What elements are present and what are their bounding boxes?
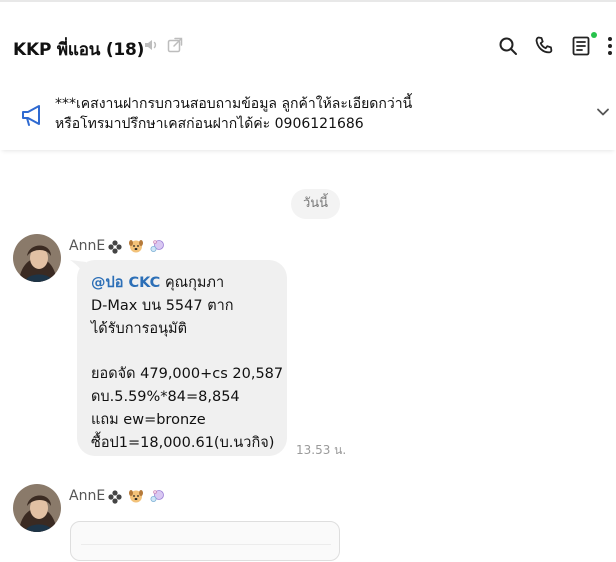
dog-emoji — [129, 240, 143, 253]
sender-name: AnnE — [69, 238, 106, 254]
notes-icon[interactable] — [569, 34, 593, 58]
search-icon[interactable] — [496, 34, 520, 58]
message-line-1: @ปอ CKC คุณกุมภา — [91, 272, 273, 295]
bubbles-emoji — [150, 240, 164, 252]
more-icon[interactable] — [604, 34, 616, 58]
message-text: คุณกุมภา — [164, 275, 225, 291]
message-line-2: D-Max บน 5547 ตาก — [91, 297, 234, 314]
message-line-3: ได้รับการอนุมัติ — [91, 320, 188, 337]
bubbles-emoji — [150, 490, 164, 502]
attachment-preview-content — [81, 544, 331, 562]
megaphone-icon — [22, 105, 40, 126]
announcement-text: ***เคสงานฝากรบกวนสอบถามข้อมูล ลูกค้าให้ล… — [55, 94, 412, 134]
announcement-line-2: หรือโทรมาปรึกษาเคสก่อนฝากได้ค่ะ 09061216… — [55, 116, 364, 132]
message-bubble[interactable]: @ปอ CKC คุณกุมภา D-Max บน 5547 ตาก ได้รั… — [77, 260, 287, 456]
mention-link[interactable]: @ปอ CKC — [91, 275, 160, 291]
mute-icon[interactable] — [143, 36, 161, 54]
chat-title: KKP พี่แอน (18) — [13, 40, 145, 60]
message-line-4 — [91, 340, 273, 363]
flower-emoji — [108, 240, 122, 254]
sender-name: AnnE — [69, 488, 106, 504]
avatar-image — [13, 484, 61, 532]
message-line-5: ยอดจัด 479,000+cs 20,587 — [91, 366, 284, 383]
announcement-banner[interactable]: ***เคสงานฝากรบกวนสอบถามข้อมูล ลูกค้าให้ล… — [0, 86, 616, 150]
message-line-6: ดบ.5.59%*84=8,854 — [91, 388, 240, 405]
announcement-line-1: ***เคสงานฝากรบกวนสอบถามข้อมูล ลูกค้าให้ล… — [55, 96, 413, 112]
chevron-down-icon[interactable] — [594, 103, 612, 121]
message-line-8: ซื้อป1=18,000.61(บ.นวกิจ) — [91, 434, 275, 451]
popout-icon[interactable] — [166, 36, 184, 54]
dog-emoji — [129, 490, 143, 503]
chat-header: KKP พี่แอน (18) — [0, 2, 616, 86]
avatar-image — [13, 234, 61, 282]
flower-emoji — [108, 490, 122, 504]
message-timestamp: 13.53 น. — [296, 443, 347, 457]
message-line-7: แถม ew=bronze — [91, 411, 206, 428]
online-indicator — [591, 32, 597, 38]
date-divider: วันนี้ — [291, 189, 341, 219]
avatar[interactable] — [13, 484, 61, 532]
attachment-preview[interactable] — [70, 521, 340, 561]
avatar[interactable] — [13, 234, 61, 282]
phone-icon[interactable] — [532, 34, 556, 58]
